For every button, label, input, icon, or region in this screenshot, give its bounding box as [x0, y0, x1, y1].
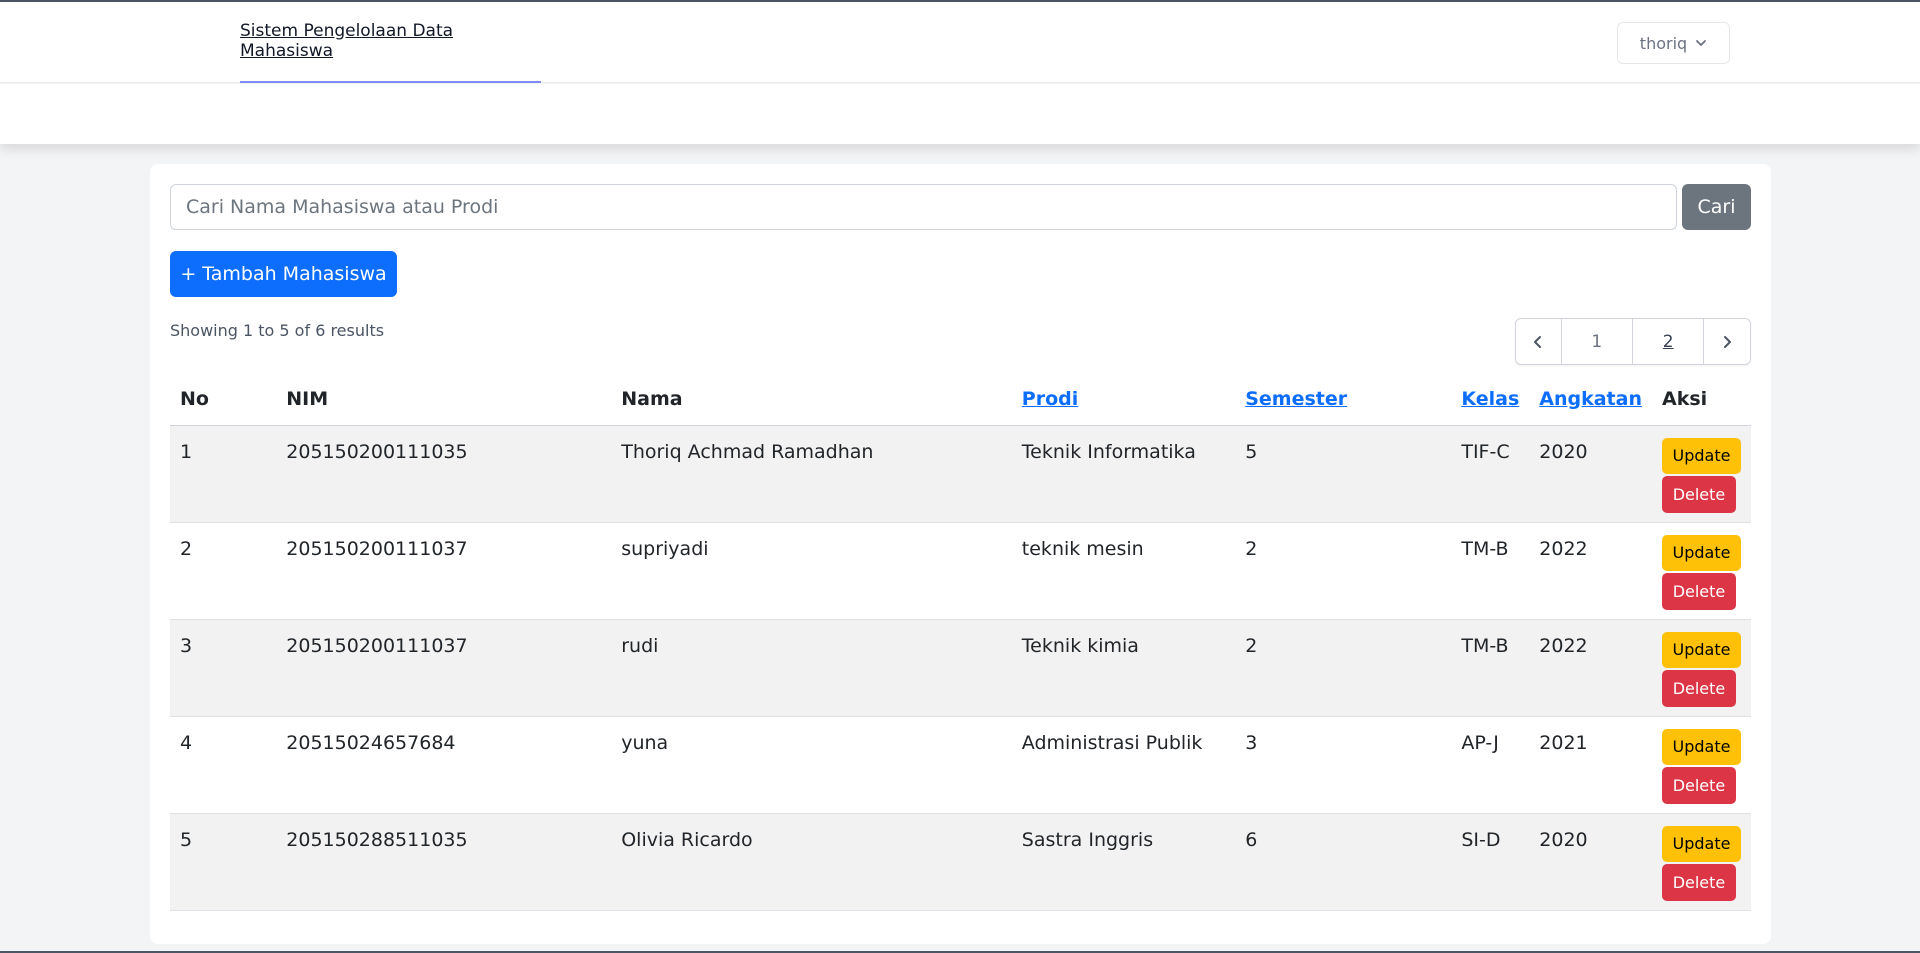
cell-nama: Thoriq Achmad Ramadhan [611, 425, 1012, 523]
cell-prodi: teknik mesin [1011, 522, 1236, 620]
cell-kelas: AP-J [1451, 716, 1530, 814]
header-angkatan-sort-link[interactable]: Angkatan [1529, 373, 1652, 426]
cell-angkatan: 2021 [1529, 716, 1652, 814]
cell-no: 1 [170, 425, 277, 523]
cell-semester: 3 [1235, 716, 1452, 814]
cell-nim: 205150200111037 [276, 619, 612, 717]
cell-kelas: TIF-C [1451, 425, 1530, 523]
user-dropdown[interactable]: thoriq [1617, 22, 1730, 64]
search-input[interactable] [170, 184, 1677, 230]
students-table: No NIM Nama Prodi Semester Kelas Angkata… [170, 373, 1751, 911]
cell-no: 5 [170, 813, 277, 911]
header-no: No [170, 373, 277, 426]
results-summary: Showing 1 to 5 of 6 results [170, 321, 385, 340]
cell-kelas: SI-D [1451, 813, 1530, 911]
pagination: 1 2 [1515, 318, 1751, 365]
cell-semester: 6 [1235, 813, 1452, 911]
header-kelas-sort-link[interactable]: Kelas [1451, 373, 1530, 426]
cell-angkatan: 2020 [1529, 813, 1652, 911]
cell-prodi: Teknik Informatika [1011, 425, 1236, 523]
cell-prodi: Administrasi Publik [1011, 716, 1236, 814]
add-student-button[interactable]: + Tambah Mahasiswa [170, 251, 397, 297]
table-row: 3 205150200111037 rudi Teknik kimia 2 TM… [170, 619, 1751, 717]
chevron-left-icon [1534, 335, 1542, 348]
delete-button[interactable]: Delete [1661, 475, 1736, 513]
cell-nama: supriyadi [611, 522, 1012, 620]
header-nim: NIM [276, 373, 612, 426]
update-button[interactable]: Update [1661, 728, 1741, 765]
cell-nim: 20515024657684 [276, 716, 612, 814]
cell-prodi: Teknik kimia [1011, 619, 1236, 717]
cell-aksi: Update Delete [1651, 425, 1751, 523]
header-prodi-sort-link[interactable]: Prodi [1011, 373, 1236, 426]
cell-nim: 205150200111037 [276, 522, 612, 620]
delete-button[interactable]: Delete [1661, 572, 1736, 610]
pagination-page-2[interactable]: 2 [1633, 319, 1705, 364]
cell-aksi: Update Delete [1651, 813, 1751, 911]
cell-kelas: TM-B [1451, 522, 1530, 620]
pagination-prev[interactable] [1516, 319, 1562, 364]
update-button[interactable]: Update [1661, 825, 1741, 862]
cell-kelas: TM-B [1451, 619, 1530, 717]
cell-nim: 205150288511035 [276, 813, 612, 911]
table-row: 4 20515024657684 yuna Administrasi Publi… [170, 716, 1751, 814]
content-card: Cari + Tambah Mahasiswa Showing 1 to 5 o… [150, 164, 1771, 944]
header-semester-sort-link[interactable]: Semester [1235, 373, 1452, 426]
cell-nim: 205150200111035 [276, 425, 612, 523]
search-button[interactable]: Cari [1682, 184, 1751, 230]
table-header-row: No NIM Nama Prodi Semester Kelas Angkata… [170, 373, 1751, 426]
cell-no: 2 [170, 522, 277, 620]
cell-nama: yuna [611, 716, 1012, 814]
cell-semester: 2 [1235, 522, 1452, 620]
cell-aksi: Update Delete [1651, 716, 1751, 814]
header-aksi: Aksi [1651, 373, 1751, 426]
cell-prodi: Sastra Inggris [1011, 813, 1236, 911]
cell-semester: 5 [1235, 425, 1452, 523]
update-button[interactable]: Update [1661, 534, 1741, 571]
delete-button[interactable]: Delete [1661, 766, 1736, 804]
cell-angkatan: 2022 [1529, 619, 1652, 717]
table-row: 2 205150200111037 supriyadi teknik mesin… [170, 522, 1751, 620]
table-row: 5 205150288511035 Olivia Ricardo Sastra … [170, 813, 1751, 911]
cell-nama: Olivia Ricardo [611, 813, 1012, 911]
chevron-right-icon [1724, 335, 1732, 348]
chevron-down-icon [1696, 40, 1707, 46]
cell-angkatan: 2020 [1529, 425, 1652, 523]
pagination-page-1: 1 [1562, 319, 1633, 364]
cell-no: 3 [170, 619, 277, 717]
delete-button[interactable]: Delete [1661, 669, 1736, 707]
nav-link-home[interactable]: Sistem Pengelolaan Data Mahasiswa [240, 2, 541, 83]
cell-semester: 2 [1235, 619, 1452, 717]
user-name: thoriq [1639, 33, 1688, 53]
delete-button[interactable]: Delete [1661, 863, 1736, 901]
cell-no: 4 [170, 716, 277, 814]
cell-aksi: Update Delete [1651, 522, 1751, 620]
navbar: Sistem Pengelolaan Data Mahasiswa thoriq [0, 2, 1920, 83]
cell-angkatan: 2022 [1529, 522, 1652, 620]
cell-nama: rudi [611, 619, 1012, 717]
table-row: 1 205150200111035 Thoriq Achmad Ramadhan… [170, 425, 1751, 523]
cell-aksi: Update Delete [1651, 619, 1751, 717]
pagination-next[interactable] [1704, 319, 1750, 364]
page-header-bar [0, 84, 1920, 144]
header-nama: Nama [611, 373, 1012, 426]
update-button[interactable]: Update [1661, 631, 1741, 668]
update-button[interactable]: Update [1661, 437, 1741, 474]
